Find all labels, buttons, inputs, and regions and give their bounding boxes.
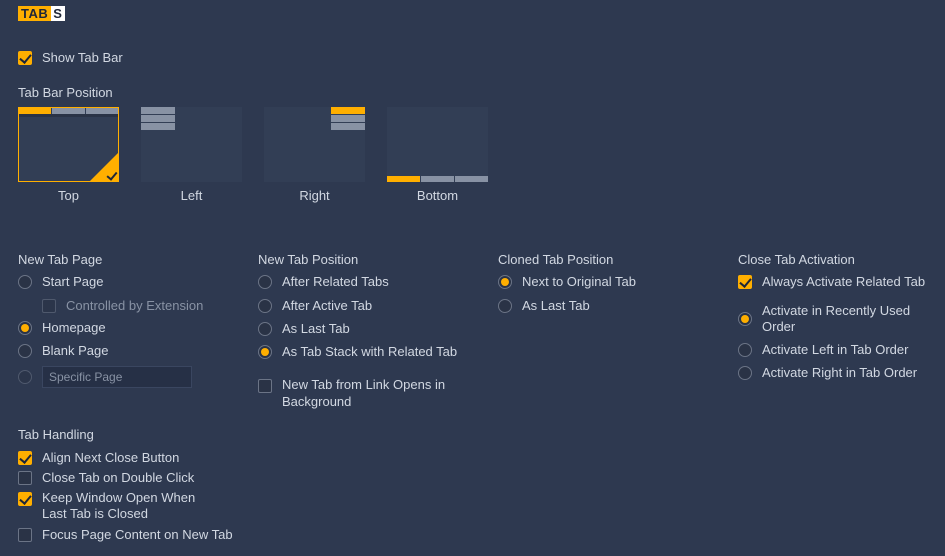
radio-icon[interactable] [258, 299, 272, 313]
option-label: Keep Window Open When Last Tab is Closed [42, 490, 222, 523]
radio-icon[interactable] [738, 312, 752, 326]
cloned-next-to[interactable]: Next to Original Tab [498, 274, 738, 290]
tab-position-right-thumb[interactable] [264, 107, 365, 182]
radio-icon[interactable] [738, 366, 752, 380]
radio-icon[interactable] [738, 343, 752, 357]
option-label: Blank Page [42, 343, 109, 359]
option-label: Activate in Recently Used Order [762, 303, 927, 336]
checkbox[interactable] [738, 275, 752, 289]
new-tab-page-specific-radio [18, 370, 32, 384]
option-label: Close Tab on Double Click [42, 470, 194, 486]
tab-position-left-label: Left [181, 188, 203, 204]
always-activate-related-row[interactable]: Always Activate Related Tab [738, 274, 927, 290]
new-tab-page-start[interactable]: Start Page [18, 274, 258, 290]
checkbox[interactable] [18, 492, 32, 506]
ntp-after-active[interactable]: After Active Tab [258, 298, 498, 314]
option-label: New Tab from Link Opens in Background [282, 377, 452, 410]
radio-icon[interactable] [18, 344, 32, 358]
radio-icon[interactable] [258, 322, 272, 336]
close-double-click-row[interactable]: Close Tab on Double Click [18, 470, 258, 486]
radio-icon[interactable] [498, 275, 512, 289]
tab-position-left-thumb[interactable] [141, 107, 242, 182]
cloned-tab-position-label: Cloned Tab Position [498, 252, 738, 268]
new-tab-page-homepage[interactable]: Homepage [18, 320, 258, 336]
specific-page-input[interactable]: Specific Page [42, 366, 192, 388]
cta-left[interactable]: Activate Left in Tab Order [738, 342, 927, 358]
show-tab-bar-checkbox[interactable] [18, 51, 32, 65]
cta-right[interactable]: Activate Right in Tab Order [738, 365, 927, 381]
radio-icon[interactable] [18, 275, 32, 289]
checkbox[interactable] [18, 528, 32, 542]
option-label: Homepage [42, 320, 106, 336]
option-label: Next to Original Tab [522, 274, 636, 290]
option-label: As Tab Stack with Related Tab [282, 344, 457, 360]
option-label: After Active Tab [282, 298, 372, 314]
tab-position-top[interactable]: Top [18, 107, 119, 204]
tab-position-right[interactable]: Right [264, 107, 365, 204]
tab-bar-position-label: Tab Bar Position [18, 85, 927, 101]
tab-position-right-label: Right [299, 188, 329, 204]
option-label: Start Page [42, 274, 103, 290]
tab-position-top-thumb[interactable] [18, 107, 119, 182]
title-s: S [51, 6, 65, 21]
tab-position-bottom[interactable]: Bottom [387, 107, 488, 204]
tab-handling-label: Tab Handling [18, 427, 258, 443]
title-tab: TAB [18, 6, 51, 21]
radio-icon[interactable] [258, 345, 272, 359]
tab-position-top-label: Top [58, 188, 79, 204]
show-tab-bar-label: Show Tab Bar [42, 50, 123, 66]
keep-window-open-row[interactable]: Keep Window Open When Last Tab is Closed [18, 490, 258, 523]
option-label: After Related Tabs [282, 274, 389, 290]
ntp-as-last[interactable]: As Last Tab [258, 321, 498, 337]
radio-icon[interactable] [258, 275, 272, 289]
checkbox[interactable] [18, 471, 32, 485]
option-label: Always Activate Related Tab [762, 274, 925, 290]
cta-recent[interactable]: Activate in Recently Used Order [738, 303, 927, 336]
radio-icon[interactable] [498, 299, 512, 313]
page-title: TABS [18, 6, 65, 22]
focus-content-row[interactable]: Focus Page Content on New Tab [18, 527, 258, 543]
radio-icon[interactable] [18, 321, 32, 335]
checkbox[interactable] [258, 379, 272, 393]
option-label: Focus Page Content on New Tab [42, 527, 233, 543]
tab-position-bottom-thumb[interactable] [387, 107, 488, 182]
checkbox[interactable] [18, 451, 32, 465]
new-tab-position-label: New Tab Position [258, 252, 498, 268]
tab-position-left[interactable]: Left [141, 107, 242, 204]
link-background-row[interactable]: New Tab from Link Opens in Background [258, 377, 498, 410]
new-tab-page-blank[interactable]: Blank Page [18, 343, 258, 359]
ntp-as-stack[interactable]: As Tab Stack with Related Tab [258, 344, 498, 360]
tab-position-bottom-label: Bottom [417, 188, 458, 204]
option-label: As Last Tab [282, 321, 350, 337]
option-label: Align Next Close Button [42, 450, 179, 466]
cloned-as-last[interactable]: As Last Tab [498, 298, 738, 314]
close-tab-activation-label: Close Tab Activation [738, 252, 927, 268]
new-tab-page-label: New Tab Page [18, 252, 258, 268]
controlled-by-extension-label: Controlled by Extension [66, 298, 203, 314]
option-label: As Last Tab [522, 298, 590, 314]
align-next-close-row[interactable]: Align Next Close Button [18, 450, 258, 466]
controlled-by-extension-checkbox [42, 299, 56, 313]
option-label: Activate Left in Tab Order [762, 342, 908, 358]
option-label: Activate Right in Tab Order [762, 365, 917, 381]
show-tab-bar-row[interactable]: Show Tab Bar [18, 50, 927, 66]
ntp-after-related[interactable]: After Related Tabs [258, 274, 498, 290]
